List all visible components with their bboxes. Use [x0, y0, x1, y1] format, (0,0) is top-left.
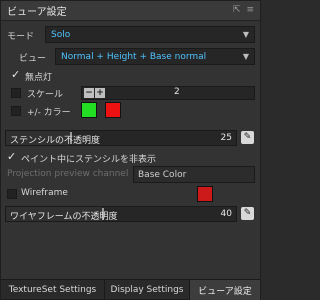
- projection-value: Base Color: [138, 169, 187, 180]
- panel-title: ビューア設定: [7, 7, 67, 18]
- chevron-down-icon: ▼: [242, 52, 249, 61]
- scale-value: 2: [174, 87, 180, 97]
- mode-label: モード: [7, 32, 35, 42]
- panel-title-bar: ビューア設定 ⇱ ≡: [1, 1, 260, 21]
- projection-row: Projection preview channel Base Color: [1, 166, 260, 184]
- scale-stepper[interactable]: − + 2: [81, 86, 255, 100]
- wireframe-row: Wireframe: [1, 185, 260, 203]
- view-label: ビュー: [19, 54, 47, 64]
- tab-label: TextureSet Settings: [8, 285, 97, 295]
- mode-row: モード Solo ▼: [1, 26, 260, 44]
- wire-opacity-row: ワイヤフレームの不透明度 40 ✎: [1, 206, 260, 222]
- tab-textureset-settings[interactable]: TextureSet Settings: [1, 280, 105, 300]
- menu-icon[interactable]: ≡: [246, 5, 254, 15]
- tab-display-settings[interactable]: Display Settings: [105, 280, 190, 300]
- hide-stencil-row: ✓ ペイント中にステンシルを非表示: [1, 151, 260, 165]
- view-select[interactable]: Normal + Height + Base normal ▼: [55, 48, 255, 65]
- minus-color-swatch[interactable]: [105, 102, 121, 118]
- minus-button[interactable]: −: [84, 88, 94, 98]
- view-row: ビュー Normal + Height + Base normal ▼: [1, 48, 260, 66]
- chevron-down-icon: ▼: [242, 30, 249, 39]
- title-icons: ⇱ ≡: [233, 5, 254, 15]
- view-value: Normal + Height + Base normal: [61, 51, 207, 62]
- stencil-opacity-slider[interactable]: ステンシルの不透明度 25: [5, 130, 237, 146]
- tab-viewer-settings[interactable]: ビューア設定: [190, 280, 260, 300]
- projection-label: Projection preview channel: [7, 169, 129, 179]
- wire-opacity-slider[interactable]: ワイヤフレームの不透明度 40: [5, 206, 237, 222]
- wire-opacity-label: ワイヤフレームの不透明度: [10, 212, 118, 222]
- tab-label: Display Settings: [110, 285, 184, 295]
- viewer-settings-panel: ビューア設定 ⇱ ≡ モード Solo ▼ ビュー Normal + Heigh…: [0, 0, 261, 300]
- float-icon[interactable]: ⇱: [233, 5, 241, 15]
- stencil-opacity-row: ステンシルの不透明度 25 ✎: [1, 130, 260, 146]
- stencil-opacity-label: ステンシルの不透明度: [10, 136, 101, 146]
- pencil-icon[interactable]: ✎: [241, 207, 254, 220]
- pencil-icon[interactable]: ✎: [241, 131, 254, 144]
- plus-button[interactable]: +: [95, 88, 105, 98]
- scale-label: スケール: [27, 90, 64, 100]
- mode-value: Solo: [51, 29, 71, 40]
- panel-tabs: TextureSet Settings Display Settings ビュー…: [1, 279, 260, 300]
- wire-opacity-value: 40: [220, 209, 232, 219]
- scale-checkbox[interactable]: [11, 88, 21, 98]
- plus-color-swatch[interactable]: [81, 102, 97, 118]
- projection-select[interactable]: Base Color: [133, 166, 255, 183]
- unlit-row: ✓ 無点灯: [1, 69, 260, 83]
- wireframe-color-swatch[interactable]: [197, 186, 213, 202]
- tab-label: ビューア設定: [198, 286, 252, 297]
- unlit-checkbox[interactable]: ✓: [11, 69, 20, 80]
- wireframe-checkbox[interactable]: [7, 189, 17, 199]
- plusminus-checkbox[interactable]: [11, 106, 21, 116]
- hide-stencil-label: ペイント中にステンシルを非表示: [21, 155, 157, 165]
- stencil-opacity-value: 25: [220, 133, 232, 143]
- unlit-label: 無点灯: [25, 73, 53, 83]
- plusminus-color-row: +/- カラー: [1, 102, 260, 120]
- hide-stencil-checkbox[interactable]: ✓: [7, 151, 16, 162]
- plusminus-label: +/- カラー: [27, 108, 71, 118]
- scale-row: スケール − + 2: [1, 85, 260, 101]
- mode-select[interactable]: Solo ▼: [45, 26, 255, 43]
- wireframe-label: Wireframe: [21, 188, 68, 198]
